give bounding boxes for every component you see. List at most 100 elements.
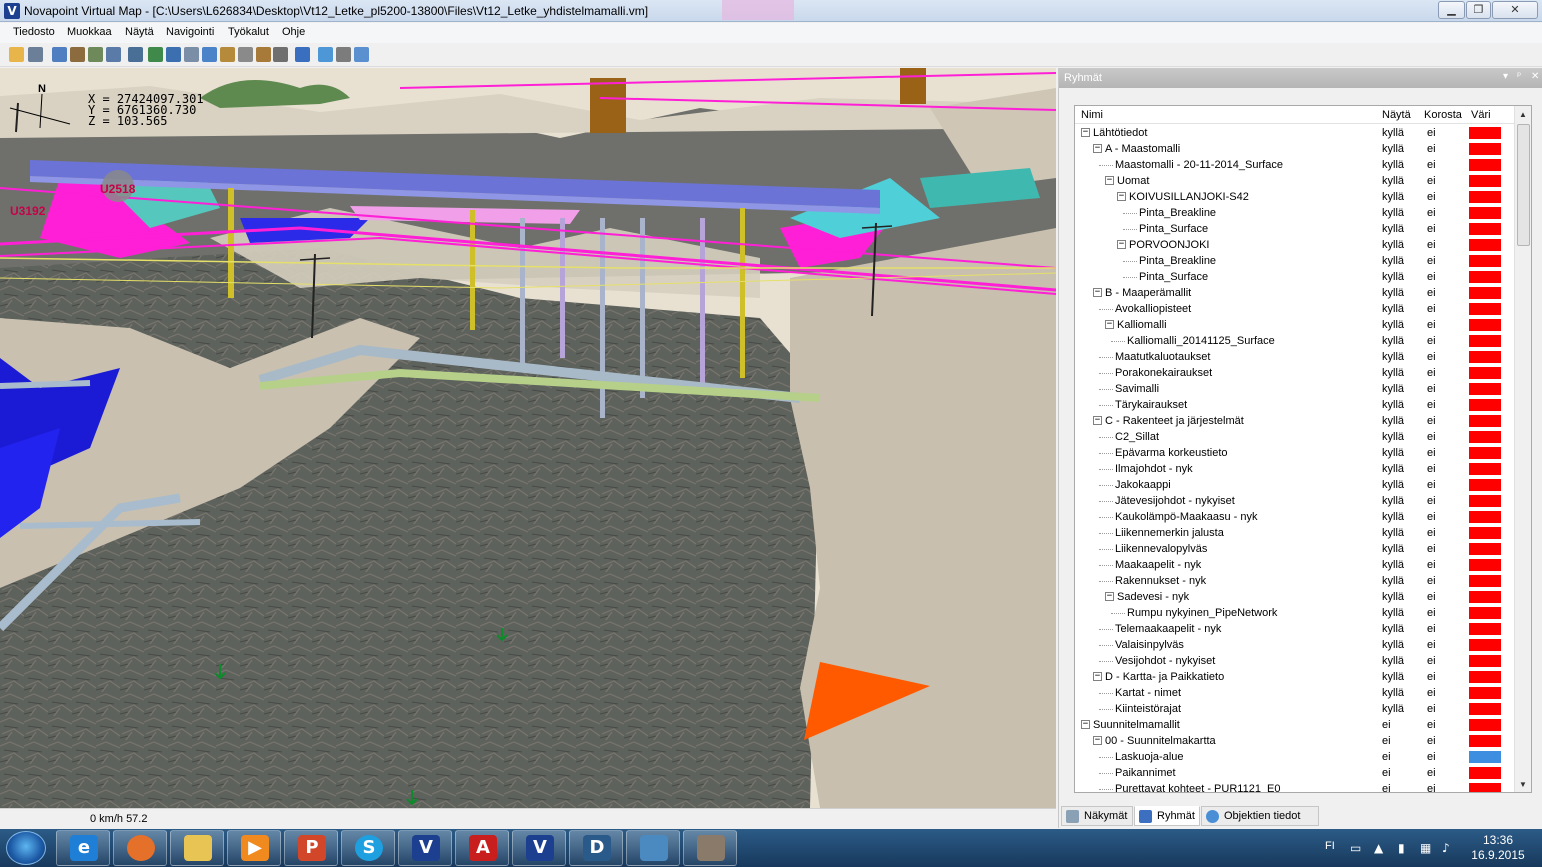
taskbar-powerpoint[interactable]: P	[284, 830, 338, 866]
taskbar-acrobat[interactable]: A	[455, 830, 509, 866]
tree-row-color-swatch[interactable]	[1469, 351, 1501, 363]
tree-row-highlight[interactable]: ei	[1427, 687, 1436, 699]
tree-row-show[interactable]: kyllä	[1382, 623, 1404, 635]
tree-row-color-swatch[interactable]	[1469, 527, 1501, 539]
menu-view[interactable]: Näytä	[125, 26, 154, 38]
tree-row-color-swatch[interactable]	[1469, 623, 1501, 635]
tree-row-show[interactable]: ei	[1382, 767, 1391, 779]
orbit-icon[interactable]	[202, 47, 217, 62]
tree-row[interactable]: − B - Maaperämallit kyllä ei	[1075, 285, 1515, 301]
tree-row-show[interactable]: kyllä	[1382, 527, 1404, 539]
collapse-icon[interactable]: −	[1081, 128, 1090, 137]
tree-row[interactable]: Laskuoja-alue ei ei	[1075, 749, 1515, 765]
clock[interactable]: 13:36 16.9.2015	[1468, 833, 1528, 863]
tree-row-highlight[interactable]: ei	[1427, 703, 1436, 715]
tree-row[interactable]: Valaisinpylväs kyllä ei	[1075, 637, 1515, 653]
tab-object-info[interactable]: Objektien tiedot	[1201, 806, 1319, 826]
tree-row[interactable]: Porakonekairaukset kyllä ei	[1075, 365, 1515, 381]
tree-row-color-swatch[interactable]	[1469, 735, 1501, 747]
language-indicator[interactable]: FI	[1325, 840, 1335, 852]
tree-row-color-swatch[interactable]	[1469, 495, 1501, 507]
column-show[interactable]: Näytä	[1382, 109, 1411, 121]
tree-row-show[interactable]: kyllä	[1382, 431, 1404, 443]
tree-row-color-swatch[interactable]	[1469, 687, 1501, 699]
tree-row[interactable]: − KOIVUSILLANJOKI-S42 kyllä ei	[1075, 189, 1515, 205]
tree-row-color-swatch[interactable]	[1469, 271, 1501, 283]
tree-row[interactable]: Kiinteistörajat kyllä ei	[1075, 701, 1515, 717]
tree-row-highlight[interactable]: ei	[1427, 767, 1436, 779]
taskbar-d-app[interactable]: D	[569, 830, 623, 866]
menu-navigation[interactable]: Navigointi	[166, 26, 214, 38]
volume-icon[interactable]: ♪	[1442, 841, 1450, 855]
tree-row[interactable]: Kartat - nimet kyllä ei	[1075, 685, 1515, 701]
tree-row[interactable]: Pinta_Surface kyllä ei	[1075, 269, 1515, 285]
tree-row-show[interactable]: kyllä	[1382, 447, 1404, 459]
tree-row-color-swatch[interactable]	[1469, 751, 1501, 763]
panel-pin-icon[interactable]: ᵖ	[1517, 71, 1521, 82]
tab-groups[interactable]: Ryhmät	[1134, 806, 1200, 826]
tree-row-highlight[interactable]: ei	[1427, 479, 1436, 491]
collapse-icon[interactable]: −	[1105, 176, 1114, 185]
zoom-icon[interactable]	[184, 47, 199, 62]
tree-row-color-swatch[interactable]	[1469, 431, 1501, 443]
tree-row[interactable]: Pinta_Surface kyllä ei	[1075, 221, 1515, 237]
battery-icon[interactable]: ▮	[1398, 841, 1405, 855]
tree-row[interactable]: Jätevesijohdot - nykyiset kyllä ei	[1075, 493, 1515, 509]
tree-row[interactable]: − Uomat kyllä ei	[1075, 173, 1515, 189]
tree-row-show[interactable]: kyllä	[1382, 127, 1404, 139]
tree-row[interactable]: Kalliomalli_20141125_Surface kyllä ei	[1075, 333, 1515, 349]
minimize-button[interactable]: ▁	[1438, 1, 1465, 19]
tree-row-highlight[interactable]: ei	[1427, 159, 1436, 171]
tree-row-color-swatch[interactable]	[1469, 591, 1501, 603]
tree-row-color-swatch[interactable]	[1469, 399, 1501, 411]
tree-row-color-swatch[interactable]	[1469, 511, 1501, 523]
tree-row-color-swatch[interactable]	[1469, 239, 1501, 251]
settings-icon[interactable]	[336, 47, 351, 62]
tree-row-highlight[interactable]: ei	[1427, 255, 1436, 267]
tree-row[interactable]: Tärykairaukset kyllä ei	[1075, 397, 1515, 413]
tree-row-show[interactable]: kyllä	[1382, 671, 1404, 683]
tree-row-color-swatch[interactable]	[1469, 767, 1501, 779]
tree-row-show[interactable]: kyllä	[1382, 303, 1404, 315]
tree-row-show[interactable]: kyllä	[1382, 591, 1404, 603]
collapse-icon[interactable]: −	[1093, 144, 1102, 153]
fly-icon[interactable]	[166, 47, 181, 62]
tree-row[interactable]: Purettavat kohteet - PUR1121_E0 ei ei	[1075, 781, 1515, 792]
tree-row-show[interactable]: kyllä	[1382, 655, 1404, 667]
tree-row-color-swatch[interactable]	[1469, 287, 1501, 299]
tree-row-show[interactable]: kyllä	[1382, 495, 1404, 507]
screenshot-icon[interactable]	[318, 47, 333, 62]
move-icon[interactable]	[88, 47, 103, 62]
tree-row-color-swatch[interactable]	[1469, 783, 1501, 792]
tree-row[interactable]: − Kalliomalli kyllä ei	[1075, 317, 1515, 333]
open-folder-icon[interactable]	[9, 47, 24, 62]
tree-row-color-swatch[interactable]	[1469, 703, 1501, 715]
tree-row-color-swatch[interactable]	[1469, 175, 1501, 187]
tree-row-color-swatch[interactable]	[1469, 543, 1501, 555]
tree-row-highlight[interactable]: ei	[1427, 367, 1436, 379]
taskbar-novapoint-1[interactable]: V	[398, 830, 452, 866]
tree-row[interactable]: Telemaakaapelit - nyk kyllä ei	[1075, 621, 1515, 637]
tree-row-show[interactable]: kyllä	[1382, 399, 1404, 411]
tree-row-color-swatch[interactable]	[1469, 479, 1501, 491]
tree-row[interactable]: Pinta_Breakline kyllä ei	[1075, 205, 1515, 221]
tree-row-highlight[interactable]: ei	[1427, 383, 1436, 395]
collapse-icon[interactable]: −	[1105, 320, 1114, 329]
show-hidden-icon[interactable]: ▲	[1374, 841, 1383, 855]
tree-row-show[interactable]: kyllä	[1382, 255, 1404, 267]
taskbar-explorer[interactable]	[170, 830, 224, 866]
tree-row[interactable]: Epävarma korkeustieto kyllä ei	[1075, 445, 1515, 461]
tree-row-highlight[interactable]: ei	[1427, 271, 1436, 283]
tree-row[interactable]: − D - Kartta- ja Paikkatieto kyllä ei	[1075, 669, 1515, 685]
tree-row-highlight[interactable]: ei	[1427, 623, 1436, 635]
tree-row-color-swatch[interactable]	[1469, 575, 1501, 587]
tree-row-show[interactable]: kyllä	[1382, 463, 1404, 475]
tree-row-highlight[interactable]: ei	[1427, 415, 1436, 427]
tree-row-show[interactable]: kyllä	[1382, 367, 1404, 379]
collapse-icon[interactable]: −	[1093, 288, 1102, 297]
tree-row-show[interactable]: kyllä	[1382, 175, 1404, 187]
tree-row[interactable]: Kaukolämpö-Maakaasu - nyk kyllä ei	[1075, 509, 1515, 525]
taskbar-firefox[interactable]	[113, 830, 167, 866]
menu-file[interactable]: Tiedosto	[13, 26, 55, 38]
panel-menu-icon[interactable]: ▾	[1503, 71, 1508, 82]
